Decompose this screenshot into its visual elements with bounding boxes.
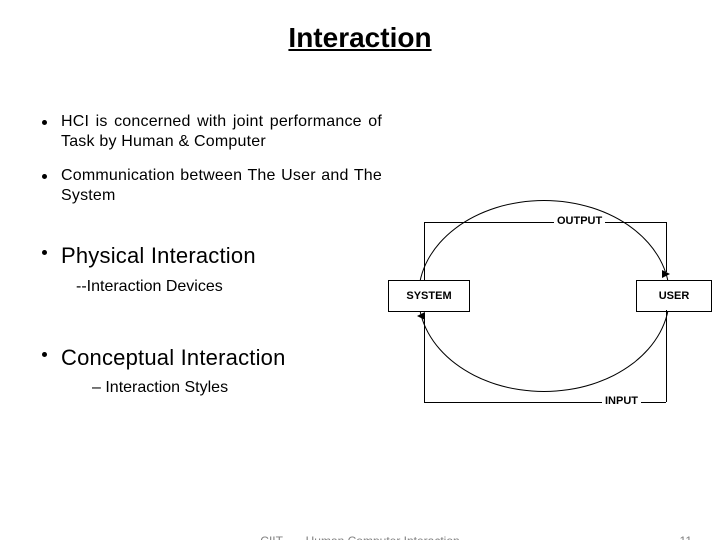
bullet-4-sub: – Interaction Styles	[92, 379, 382, 397]
bullet-2-text: Communication between The User and The S…	[61, 166, 382, 206]
bullet-dot-icon	[42, 174, 47, 179]
bullet-dot-icon	[42, 120, 47, 125]
bullet-3-text: Physical Interaction	[61, 242, 256, 270]
bullet-4: Conceptual Interaction	[42, 344, 382, 372]
line	[424, 222, 425, 280]
line	[424, 318, 425, 402]
bullet-3-sub: --Interaction Devices	[76, 278, 382, 296]
user-box: USER	[636, 280, 712, 312]
line	[424, 222, 666, 223]
body-content: HCI is concerned with joint performance …	[42, 112, 382, 419]
arrow-right-icon	[662, 270, 670, 278]
output-label: OUTPUT	[554, 215, 605, 227]
page-number: 11	[680, 534, 692, 540]
slide-title: Interaction	[0, 22, 720, 54]
bullet-dot-icon	[42, 250, 47, 255]
bullet-dot-icon	[42, 352, 47, 357]
bullet-1: HCI is concerned with joint performance …	[42, 112, 382, 152]
system-box: SYSTEM	[388, 280, 470, 312]
line	[666, 222, 667, 272]
bullet-4-text: Conceptual Interaction	[61, 344, 286, 372]
bullet-3: Physical Interaction	[42, 242, 382, 270]
line	[666, 310, 667, 402]
input-label: INPUT	[602, 395, 641, 407]
interaction-diagram: SYSTEM USER OUTPUT INPUT	[378, 200, 708, 430]
arrow-left-icon	[417, 312, 425, 320]
bullet-1-text: HCI is concerned with joint performance …	[61, 112, 382, 152]
footer-text: CIIT----- Human Computer Interaction	[0, 534, 720, 540]
bullet-2: Communication between The User and The S…	[42, 166, 382, 206]
